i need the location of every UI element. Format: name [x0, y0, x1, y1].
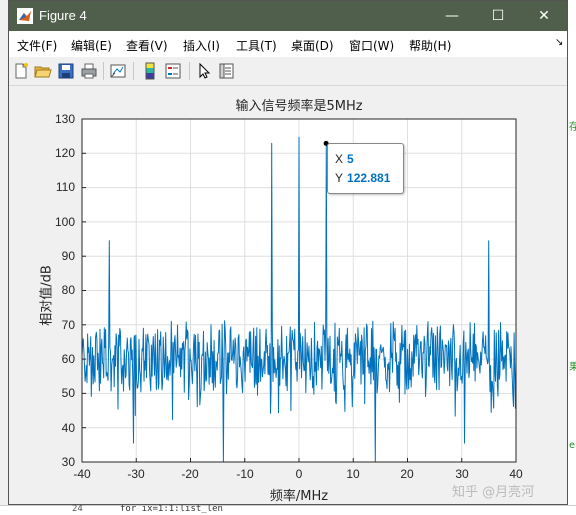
- y-tick-label: 50: [61, 386, 75, 400]
- menu-view[interactable]: 查看(V): [126, 37, 168, 54]
- print-icon[interactable]: [80, 62, 98, 80]
- y-tick-label: 110: [55, 180, 75, 194]
- menu-window[interactable]: 窗口(W): [349, 37, 394, 54]
- toolbar: [9, 57, 567, 86]
- x-tick-label: -20: [181, 467, 199, 481]
- menu-tools[interactable]: 工具(T): [236, 37, 277, 54]
- x-tick-label: 0: [295, 467, 303, 481]
- y-tick-label: 130: [54, 112, 75, 126]
- menu-bar: 文件(F) 编辑(E) 查看(V) 插入(I) 工具(T) 桌面(D) 窗口(W…: [9, 31, 567, 57]
- maximize-button[interactable]: ☐: [475, 1, 521, 31]
- data-tip-x-row: X5: [335, 152, 354, 166]
- background-code-fragment: 存: [569, 122, 576, 133]
- title-bar[interactable]: Figure 4 — ☐ ✕: [9, 1, 567, 31]
- open-file-icon[interactable]: [34, 62, 52, 80]
- toolbar-separator: [189, 62, 190, 80]
- menu-insert[interactable]: 插入(I): [183, 37, 220, 54]
- data-tip-x-value: 5: [347, 152, 354, 166]
- window-title: Figure 4: [39, 8, 87, 23]
- code-line: for ix=1:1:list_len: [120, 504, 223, 514]
- background-editor-strip: 存 果 e: [568, 0, 576, 514]
- pointer-icon[interactable]: [195, 62, 213, 80]
- x-axis-label: 频率/MHz: [269, 489, 329, 504]
- minimize-icon: —: [445, 8, 459, 24]
- new-figure-icon[interactable]: [12, 62, 30, 80]
- y-tick-label: 100: [54, 215, 75, 229]
- x-tick-label: -40: [73, 467, 91, 481]
- maximize-icon: ☐: [491, 8, 505, 24]
- data-tip-y-value: 122.881: [347, 171, 391, 185]
- close-button[interactable]: ✕: [521, 1, 567, 31]
- x-tick-label: 10: [346, 467, 360, 481]
- close-icon: ✕: [538, 8, 550, 24]
- toolbar-separator: [133, 62, 134, 80]
- menu-help[interactable]: 帮助(H): [409, 37, 451, 54]
- save-icon[interactable]: [57, 62, 75, 80]
- data-tip-x-label: X: [335, 152, 344, 166]
- watermark: 知乎 @月亮河: [452, 485, 535, 500]
- data-tip[interactable]: X5 Y 122.881: [327, 143, 404, 194]
- insert-colorbar-icon[interactable]: [141, 62, 159, 80]
- x-tick-label: 40: [509, 467, 523, 481]
- link-plot-icon[interactable]: [109, 62, 127, 80]
- x-tick-label: 30: [455, 467, 469, 481]
- y-tick-label: 40: [61, 421, 75, 435]
- background-code-fragment: e: [569, 440, 576, 451]
- y-tick-label: 120: [54, 146, 75, 160]
- x-tick-label: -10: [236, 467, 254, 481]
- toolbar-separator: [103, 62, 104, 80]
- insert-legend-icon[interactable]: [164, 62, 182, 80]
- menu-desktop[interactable]: 桌面(D): [291, 37, 334, 54]
- data-tip-y-label: Y: [335, 171, 344, 185]
- x-tick-label: 20: [400, 467, 414, 481]
- line-number: 24: [72, 504, 83, 514]
- dock-arrow-icon[interactable]: ↘: [555, 37, 563, 48]
- spectrum-plot[interactable]: [9, 86, 567, 504]
- figure-canvas[interactable]: 输入信号频率是5MHz 130 120 110 100 90 80 70 60 …: [9, 86, 567, 504]
- background-code-fragment: 果: [569, 362, 576, 373]
- figure-window: Figure 4 — ☐ ✕ 文件(F) 编辑(E) 查看(V) 插入(I) 工…: [8, 0, 568, 505]
- data-tip-y-row: Y 122.881: [335, 171, 390, 185]
- menu-edit[interactable]: 编辑(E): [71, 37, 112, 54]
- x-tick-label: -30: [127, 467, 145, 481]
- y-axis-label: 相对值/dB: [39, 265, 55, 326]
- menu-file[interactable]: 文件(F): [17, 37, 57, 54]
- minimize-button[interactable]: —: [429, 1, 475, 31]
- property-inspector-icon[interactable]: [217, 62, 235, 80]
- matlab-logo-icon: [17, 8, 33, 24]
